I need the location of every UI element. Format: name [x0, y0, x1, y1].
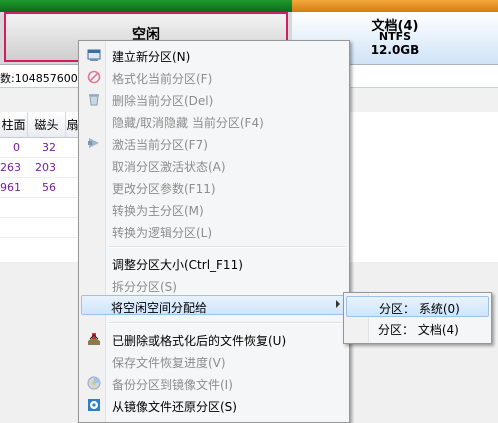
menu-separator: [109, 322, 345, 324]
table-cell-head: 56: [42, 181, 56, 194]
menu-item-label: 格式化当前分区(F): [112, 72, 213, 86]
menu-item-deactivate-partition[interactable]: 取消分区激活状态(A): [81, 155, 347, 175]
menu-item-hide-partition[interactable]: 隐藏/取消隐藏 当前分区(F4): [81, 111, 347, 131]
menu-item-label: 删除当前分区(Del): [112, 94, 214, 108]
menu-item-label: 保存文件恢复进度(V): [112, 356, 226, 370]
menu-item-label: 建立新分区(N): [112, 50, 191, 64]
table-cell-head: 203: [35, 161, 56, 174]
backup-icon: [86, 375, 102, 391]
menu-item-label: 已删除或格式化后的文件恢复(U): [112, 334, 287, 348]
menu-item-backup-partition[interactable]: 备份分区到镜像文件(I): [81, 373, 347, 393]
partition-context-menu: 建立新分区(N) 格式化当前分区(F) 删除当前分区(Del) 隐藏/取消隐藏 …: [78, 40, 350, 423]
menu-item-restore-partition[interactable]: 从镜像文件还原分区(S): [81, 395, 347, 415]
column-header-head[interactable]: 磁头: [28, 112, 66, 138]
menu-item-label: 拆分分区(S): [112, 280, 177, 294]
menu-item-label: 将空闲空间分配给: [111, 301, 208, 315]
menu-item-label: 取消分区激活状态(A): [112, 160, 226, 174]
allocate-free-space-submenu: 分区： 系统(0) 分区： 文档(4): [343, 292, 492, 344]
table-row-divider: [0, 157, 78, 158]
menu-item-label: 隐藏/取消隐藏 当前分区(F4): [112, 116, 264, 130]
menu-item-label: 转换为主分区(M): [112, 204, 204, 218]
table-row-divider: [0, 237, 78, 238]
sector-count-text: 数:104857600: [0, 72, 78, 85]
menu-item-label: 转换为逻辑分区(L): [112, 226, 213, 240]
table-row-divider: [0, 197, 78, 198]
recover-icon: [86, 331, 102, 347]
menu-item-label: 更改分区参数(F11): [112, 182, 216, 196]
menu-item-allocate-free-space[interactable]: 将空闲空间分配给: [81, 295, 347, 315]
menu-item-file-recovery[interactable]: 已删除或格式化后的文件恢复(U): [81, 329, 347, 349]
table-cell-cylinder: 0: [13, 141, 20, 154]
menu-item-change-parameters[interactable]: 更改分区参数(F11): [81, 177, 347, 197]
new-partition-icon: [86, 47, 102, 63]
menu-item-format-partition[interactable]: 格式化当前分区(F): [81, 67, 347, 87]
menu-separator: [109, 246, 345, 248]
submenu-item-label: 分区： 系统(0): [379, 302, 460, 316]
menu-item-resize-partition[interactable]: 调整分区大小(Ctrl_F11): [81, 253, 347, 273]
menu-item-activate-partition[interactable]: 激活当前分区(F7): [81, 133, 347, 153]
restore-icon: [86, 397, 102, 413]
menu-item-new-partition[interactable]: 建立新分区(N): [81, 45, 347, 65]
table-cell-head: 32: [42, 141, 56, 154]
menu-item-convert-primary[interactable]: 转换为主分区(M): [81, 199, 347, 219]
menu-item-label: 激活当前分区(F7): [112, 138, 208, 152]
table-row-divider: [0, 217, 78, 218]
trash-icon: [86, 91, 102, 107]
menu-item-convert-logical[interactable]: 转换为逻辑分区(L): [81, 221, 347, 241]
column-header-cylinder[interactable]: 柱面: [0, 112, 28, 138]
table-cell-cylinder: 263: [0, 161, 21, 174]
submenu-item-system-partition[interactable]: 分区： 系统(0): [346, 296, 489, 317]
disk-map-bar-doc: [292, 0, 498, 12]
submenu-item-doc-partition[interactable]: 分区： 文档(4): [346, 318, 489, 339]
activate-icon: [86, 135, 102, 151]
menu-item-label: 调整分区大小(Ctrl_F11): [112, 258, 243, 272]
menu-item-label: 备份分区到镜像文件(I): [112, 378, 233, 392]
menu-item-label: 从镜像文件还原分区(S): [112, 400, 237, 414]
submenu-arrow-icon: [336, 300, 340, 308]
submenu-item-label: 分区： 文档(4): [378, 323, 459, 337]
format-icon: [86, 69, 102, 85]
table-row-divider: [0, 177, 78, 178]
menu-item-save-recovery-progress[interactable]: 保存文件恢复进度(V): [81, 351, 347, 371]
menu-item-delete-partition[interactable]: 删除当前分区(Del): [81, 89, 347, 109]
menu-item-split-partition[interactable]: 拆分分区(S): [81, 275, 347, 295]
table-cell-cylinder: 961: [0, 181, 21, 194]
